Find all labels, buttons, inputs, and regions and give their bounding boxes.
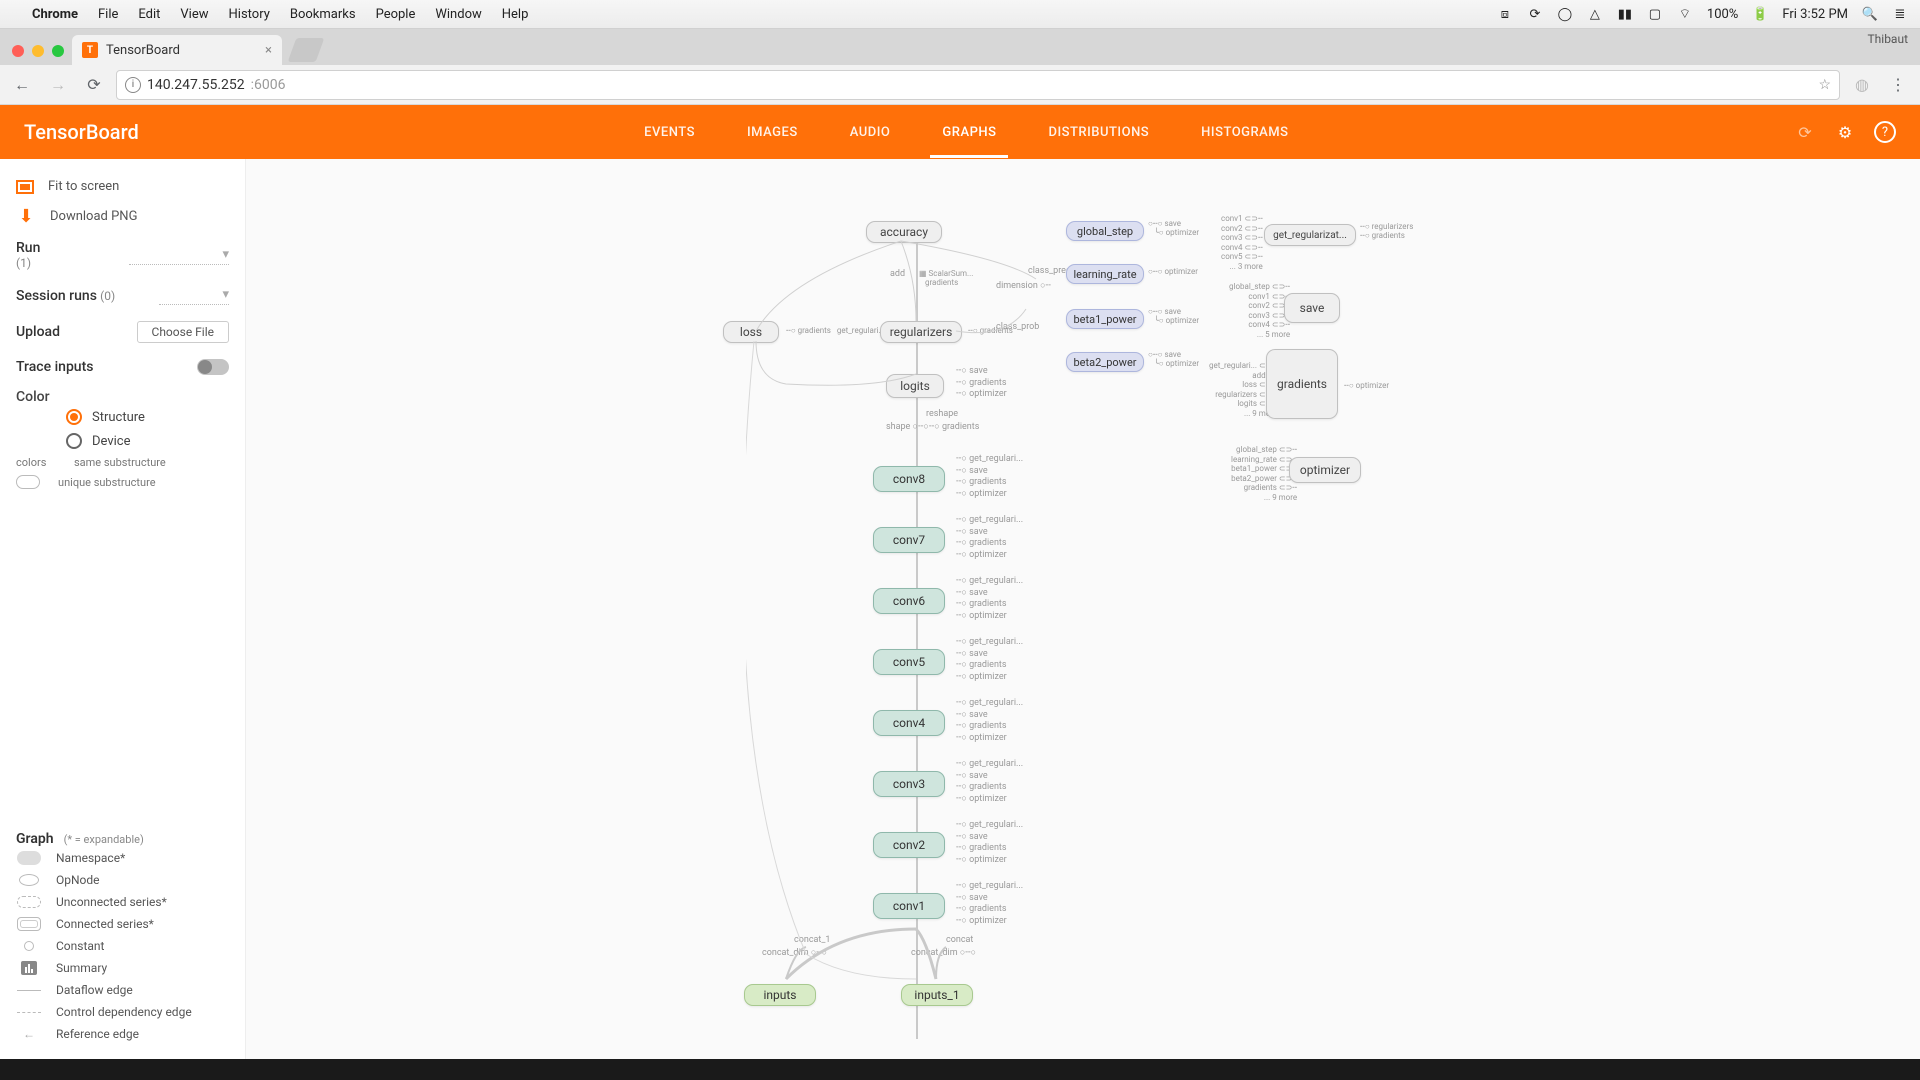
reload-button[interactable]: ⟳: [80, 71, 108, 99]
opnode-icon: [19, 874, 39, 886]
choose-file-button[interactable]: Choose File: [137, 321, 229, 343]
graph-canvas[interactable]: accuracy add ▦ ScalarSum... gradients cl…: [246, 159, 1920, 1059]
menubar-clock[interactable]: Fri 3:52 PM: [1782, 7, 1848, 22]
battery-icon[interactable]: 🔋: [1752, 6, 1768, 22]
fit-screen-icon: [16, 180, 34, 194]
run-selector[interactable]: Run(1) ▾: [16, 232, 229, 279]
node-save[interactable]: save: [1284, 293, 1340, 323]
node-get-regularizat[interactable]: get_regularizat...: [1264, 224, 1356, 246]
browser-window: Thibaut T TensorBoard × ← → ⟳ i 140.247.…: [0, 28, 1920, 1058]
url-host: 140.247.55.252: [147, 77, 245, 93]
settings-icon[interactable]: ⚙: [1834, 121, 1856, 143]
url-port: :6006: [251, 77, 286, 93]
color-structure-radio[interactable]: Structure: [16, 405, 229, 429]
window-close-icon[interactable]: [12, 45, 24, 57]
dataflow-edge-icon: [17, 990, 41, 991]
display-icon[interactable]: ▢: [1647, 6, 1663, 22]
back-button[interactable]: ←: [8, 71, 36, 99]
download-icon: ⬇: [16, 206, 36, 226]
loss-curve: [746, 339, 946, 999]
trace-inputs-toggle[interactable]: [197, 359, 229, 375]
tab-title: TensorBoard: [106, 43, 180, 58]
constant-icon: [24, 941, 34, 951]
reference-edge-icon: ←: [16, 1027, 42, 1041]
node-learning-rate[interactable]: learning_rate: [1066, 264, 1144, 284]
menu-window[interactable]: Window: [435, 7, 481, 22]
tab-graphs[interactable]: GRAPHS: [938, 107, 1000, 158]
tab-audio[interactable]: AUDIO: [846, 107, 895, 158]
forward-button[interactable]: →: [44, 71, 72, 99]
app-title: TensorBoard: [24, 120, 139, 144]
address-bar: ← → ⟳ i 140.247.55.252 :6006 ☆ ◍ ⋮: [0, 65, 1920, 105]
url-input[interactable]: i 140.247.55.252 :6006 ☆: [116, 70, 1840, 100]
namespace-icon: [17, 851, 41, 865]
bookmark-star-icon[interactable]: ☆: [1818, 77, 1831, 93]
tab-distributions[interactable]: DISTRIBUTIONS: [1044, 107, 1153, 158]
wifi-icon[interactable]: ⌔: [1677, 6, 1693, 22]
trace-inputs-row: Trace inputs: [16, 351, 229, 383]
circle-icon[interactable]: ◯: [1557, 6, 1573, 22]
new-tab-button[interactable]: [288, 38, 325, 62]
unconnected-icon: [17, 896, 41, 908]
menu-help[interactable]: Help: [502, 7, 529, 22]
window-max-icon[interactable]: [52, 45, 64, 57]
node-global-step[interactable]: global_step: [1066, 221, 1144, 241]
node-optimizer[interactable]: optimizer: [1289, 457, 1361, 483]
main-tabs: EVENTS IMAGES AUDIO GRAPHS DISTRIBUTIONS…: [640, 107, 1292, 158]
help-icon[interactable]: ?: [1874, 121, 1896, 143]
macos-menubar: Chrome File Edit View History Bookmarks …: [0, 0, 1920, 28]
window-min-icon[interactable]: [32, 45, 44, 57]
tensorboard-header: TensorBoard EVENTS IMAGES AUDIO GRAPHS D…: [0, 105, 1920, 159]
dropbox-icon[interactable]: ⧈: [1497, 6, 1513, 22]
spotlight-icon[interactable]: 🔍: [1862, 6, 1878, 22]
profile-icon[interactable]: ◍: [1848, 71, 1876, 99]
app-body: Fit to screen ⬇ Download PNG Run(1) ▾ Se…: [0, 159, 1920, 1059]
tab-close-icon[interactable]: ×: [265, 43, 272, 58]
node-gradients[interactable]: gradients: [1266, 349, 1338, 419]
sidebar: Fit to screen ⬇ Download PNG Run(1) ▾ Se…: [0, 159, 246, 1059]
refresh-icon[interactable]: ⟳: [1794, 121, 1816, 143]
fit-to-screen-button[interactable]: Fit to screen: [16, 173, 229, 200]
battery-box-icon[interactable]: ▮▮: [1617, 6, 1633, 22]
sync-icon[interactable]: ⟳: [1527, 6, 1543, 22]
menu-bookmarks[interactable]: Bookmarks: [290, 7, 356, 22]
node-beta2[interactable]: beta2_power: [1066, 352, 1144, 372]
drive-icon[interactable]: △: [1587, 6, 1603, 22]
menu-history[interactable]: History: [229, 7, 270, 22]
node-beta1[interactable]: beta1_power: [1066, 309, 1144, 329]
battery-percent: 100%: [1707, 7, 1738, 22]
menubar-app[interactable]: Chrome: [32, 7, 78, 22]
unique-swatch: [16, 475, 40, 489]
radio-selected-icon: [66, 409, 82, 425]
summary-icon: [21, 961, 37, 975]
graph-legend: Graph(* = expandable) Namespace* OpNode …: [16, 823, 229, 1045]
upload-row: Upload Choose File: [16, 313, 229, 351]
radio-empty-icon: [66, 433, 82, 449]
session-runs-selector[interactable]: Session runs (0) ▾: [16, 279, 229, 313]
download-png-button[interactable]: ⬇ Download PNG: [16, 200, 229, 232]
browser-tab[interactable]: T TensorBoard ×: [72, 35, 282, 65]
tab-histograms[interactable]: HISTOGRAMS: [1197, 107, 1292, 158]
menu-file[interactable]: File: [98, 7, 118, 22]
control-edge-icon: [17, 1012, 41, 1013]
chrome-user-badge[interactable]: Thibaut: [1868, 32, 1909, 46]
menu-people[interactable]: People: [376, 7, 416, 22]
run-dropdown[interactable]: ▾: [129, 247, 229, 265]
tab-events[interactable]: EVENTS: [640, 107, 699, 158]
session-dropdown[interactable]: ▾: [159, 287, 229, 305]
tensorboard-favicon-icon: T: [82, 42, 98, 58]
site-info-icon[interactable]: i: [125, 77, 141, 93]
color-section-label: Color: [16, 389, 50, 405]
chrome-menu-icon[interactable]: ⋮: [1884, 71, 1912, 99]
color-device-radio[interactable]: Device: [16, 429, 229, 453]
menu-list-icon[interactable]: ≣: [1892, 6, 1908, 22]
menu-edit[interactable]: Edit: [138, 7, 160, 22]
tab-bar: T TensorBoard ×: [0, 29, 1920, 65]
tab-images[interactable]: IMAGES: [743, 107, 802, 158]
menu-view[interactable]: View: [180, 7, 208, 22]
